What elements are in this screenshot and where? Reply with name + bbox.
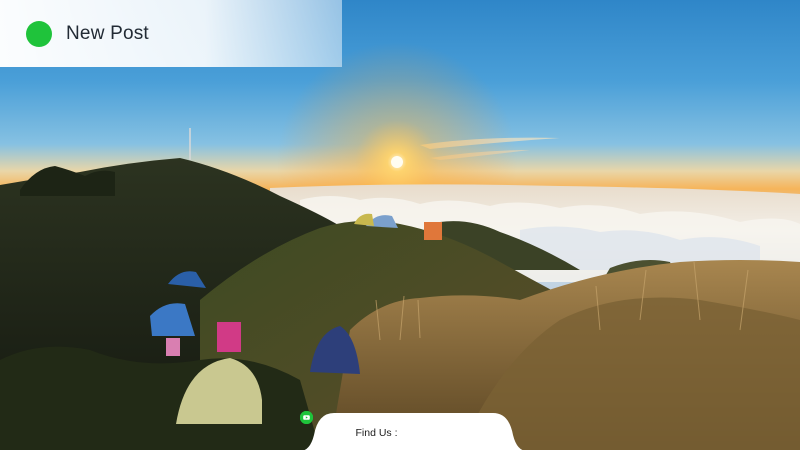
- find-us-label: Find Us :: [355, 427, 398, 439]
- twitter-icon[interactable]: [300, 411, 454, 440]
- facebook-icon[interactable]: [300, 411, 422, 440]
- sunrise-mountain-photo: [0, 0, 800, 450]
- instagram-icon[interactable]: [300, 411, 438, 440]
- status-dot: [26, 20, 52, 47]
- page-title: New Post: [66, 22, 149, 44]
- social-footer-tab: Find Us :: [300, 411, 527, 451]
- youtube-icon[interactable]: [300, 411, 470, 440]
- post-header-banner: New Post: [0, 0, 342, 67]
